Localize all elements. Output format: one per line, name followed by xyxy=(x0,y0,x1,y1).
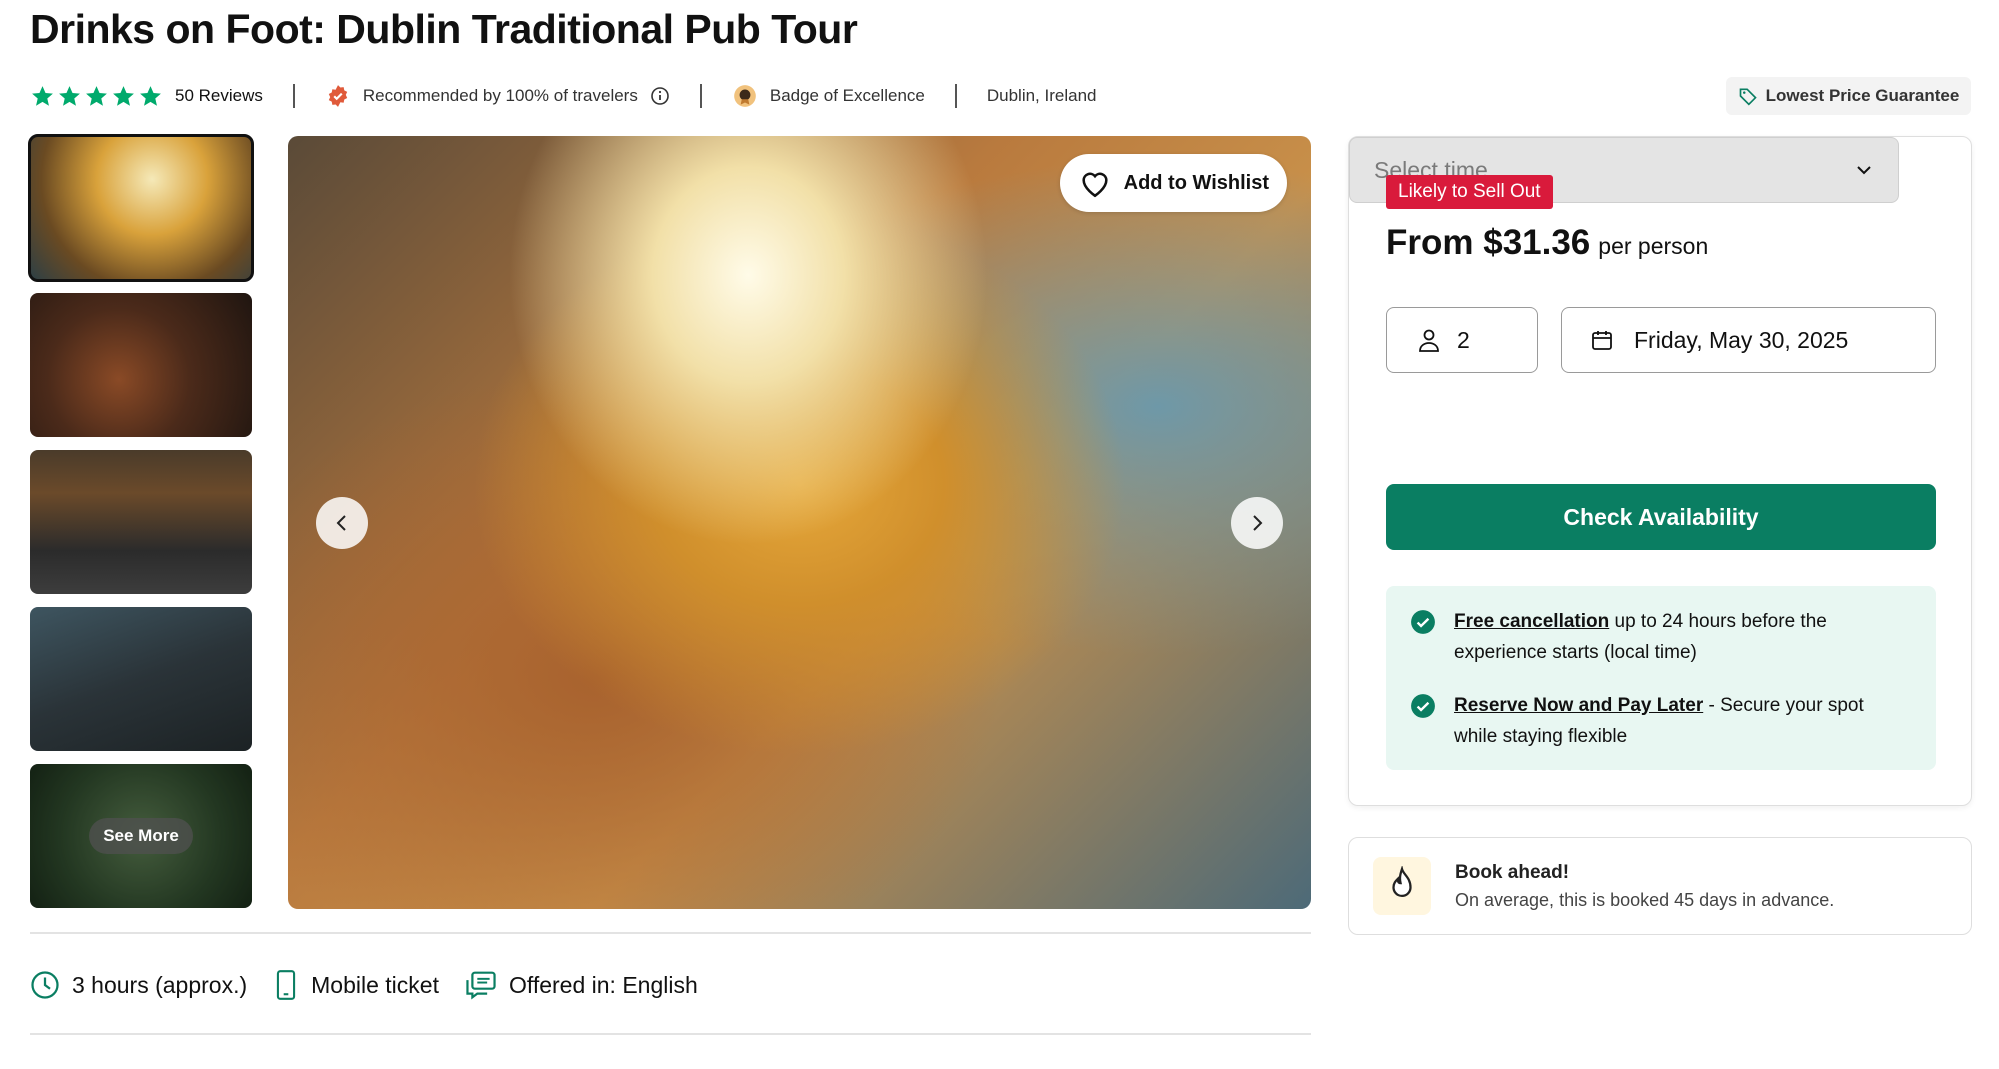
reserve-now-pay-later-link[interactable]: Reserve Now and Pay Later xyxy=(1454,695,1703,716)
ticket-text: Mobile ticket xyxy=(311,971,439,998)
divider xyxy=(699,84,702,108)
page-title: Drinks on Foot: Dublin Traditional Pub T… xyxy=(30,6,858,52)
perk-reserve-now: Reserve Now and Pay Later - Secure your … xyxy=(1410,690,1908,752)
wishlist-label: Add to Wishlist xyxy=(1123,171,1269,194)
thumbnail-3[interactable] xyxy=(30,450,252,594)
recommend-badge-icon xyxy=(325,83,351,109)
flame-icon xyxy=(1373,857,1431,915)
price-block: From $31.36 per person xyxy=(1386,223,1708,263)
recommended-text: Recommended by 100% of travelers xyxy=(362,86,638,105)
location-text: Dublin, Ireland xyxy=(986,86,1097,105)
section-divider xyxy=(30,1033,1311,1035)
rating-stars[interactable] xyxy=(30,84,163,109)
divider xyxy=(292,84,295,108)
add-to-wishlist-button[interactable]: Add to Wishlist xyxy=(1059,154,1287,212)
thumbnail-4[interactable] xyxy=(30,607,252,751)
travelers-count: 2 xyxy=(1457,326,1470,353)
chat-bubbles-icon xyxy=(466,971,496,1000)
book-ahead-title: Book ahead! xyxy=(1455,861,1570,883)
lowest-price-guarantee[interactable]: Lowest Price Guarantee xyxy=(1726,77,1971,115)
book-ahead-card: Book ahead! On average, this is booked 4… xyxy=(1348,837,1972,935)
thumbnail-2[interactable] xyxy=(30,293,252,437)
chevron-down-icon xyxy=(1857,166,1871,175)
section-divider xyxy=(30,932,1311,934)
next-image-button[interactable] xyxy=(1231,497,1283,549)
divider xyxy=(954,84,957,108)
heart-icon xyxy=(1082,172,1108,198)
clock-icon xyxy=(31,971,59,999)
date-value: Friday, May 30, 2025 xyxy=(1634,326,1849,353)
previous-image-button[interactable] xyxy=(316,497,368,549)
guarantee-label: Lowest Price Guarantee xyxy=(1765,86,1960,105)
feature-language: Offered in: English xyxy=(465,970,698,1000)
info-icon[interactable] xyxy=(650,86,670,106)
meta-row: 50 Reviews Recommended by 100% of travel… xyxy=(30,80,1096,112)
see-more-overlay[interactable]: See More xyxy=(30,764,252,908)
check-circle-icon xyxy=(1411,610,1435,634)
booking-panel: Likely to Sell Out From $31.36 per perso… xyxy=(1348,136,1972,806)
booking-perks: Free cancellation up to 24 hours before … xyxy=(1386,586,1936,770)
check-availability-button[interactable]: Check Availability xyxy=(1386,484,1936,550)
thumbnail-5[interactable]: See More xyxy=(30,764,252,908)
star-icon xyxy=(86,85,107,106)
likely-to-sell-out-badge: Likely to Sell Out xyxy=(1386,175,1553,209)
travelers-selector[interactable]: 2 xyxy=(1386,307,1538,373)
award-icon xyxy=(732,83,758,109)
chevron-left-icon xyxy=(336,515,346,531)
feature-duration: 3 hours (approx.) xyxy=(30,970,247,1000)
star-icon xyxy=(140,85,161,106)
thumbnail-gallery: See More xyxy=(28,134,254,921)
badge-text: Badge of Excellence xyxy=(769,86,925,105)
language-text: Offered in: English xyxy=(508,971,698,998)
feature-ticket: Mobile ticket xyxy=(273,970,439,1000)
date-picker[interactable]: Friday, May 30, 2025 xyxy=(1561,307,1936,373)
star-icon xyxy=(113,85,134,106)
reviews-link[interactable]: 50 Reviews xyxy=(175,86,263,106)
price-unit: per person xyxy=(1598,233,1709,259)
duration-text: 3 hours (approx.) xyxy=(72,971,248,998)
calendar-icon xyxy=(1592,331,1612,350)
mobile-phone-icon xyxy=(277,970,296,1000)
book-ahead-subtitle: On average, this is booked 45 days in ad… xyxy=(1455,889,1835,910)
star-icon xyxy=(32,85,53,106)
thumbnail-1[interactable] xyxy=(28,134,254,282)
free-cancellation-link[interactable]: Free cancellation xyxy=(1454,611,1609,632)
tour-features: 3 hours (approx.) Mobile ticket Offered … xyxy=(30,970,724,1000)
check-circle-icon xyxy=(1411,694,1435,718)
person-icon xyxy=(1419,329,1439,352)
hero-image: Add to Wishlist xyxy=(288,136,1311,909)
price: From $31.36 xyxy=(1386,223,1591,262)
star-icon xyxy=(59,85,80,106)
tag-icon xyxy=(1739,88,1757,106)
chevron-right-icon xyxy=(1253,515,1263,531)
see-more-label: See More xyxy=(89,818,193,854)
perk-free-cancellation: Free cancellation up to 24 hours before … xyxy=(1410,606,1908,668)
